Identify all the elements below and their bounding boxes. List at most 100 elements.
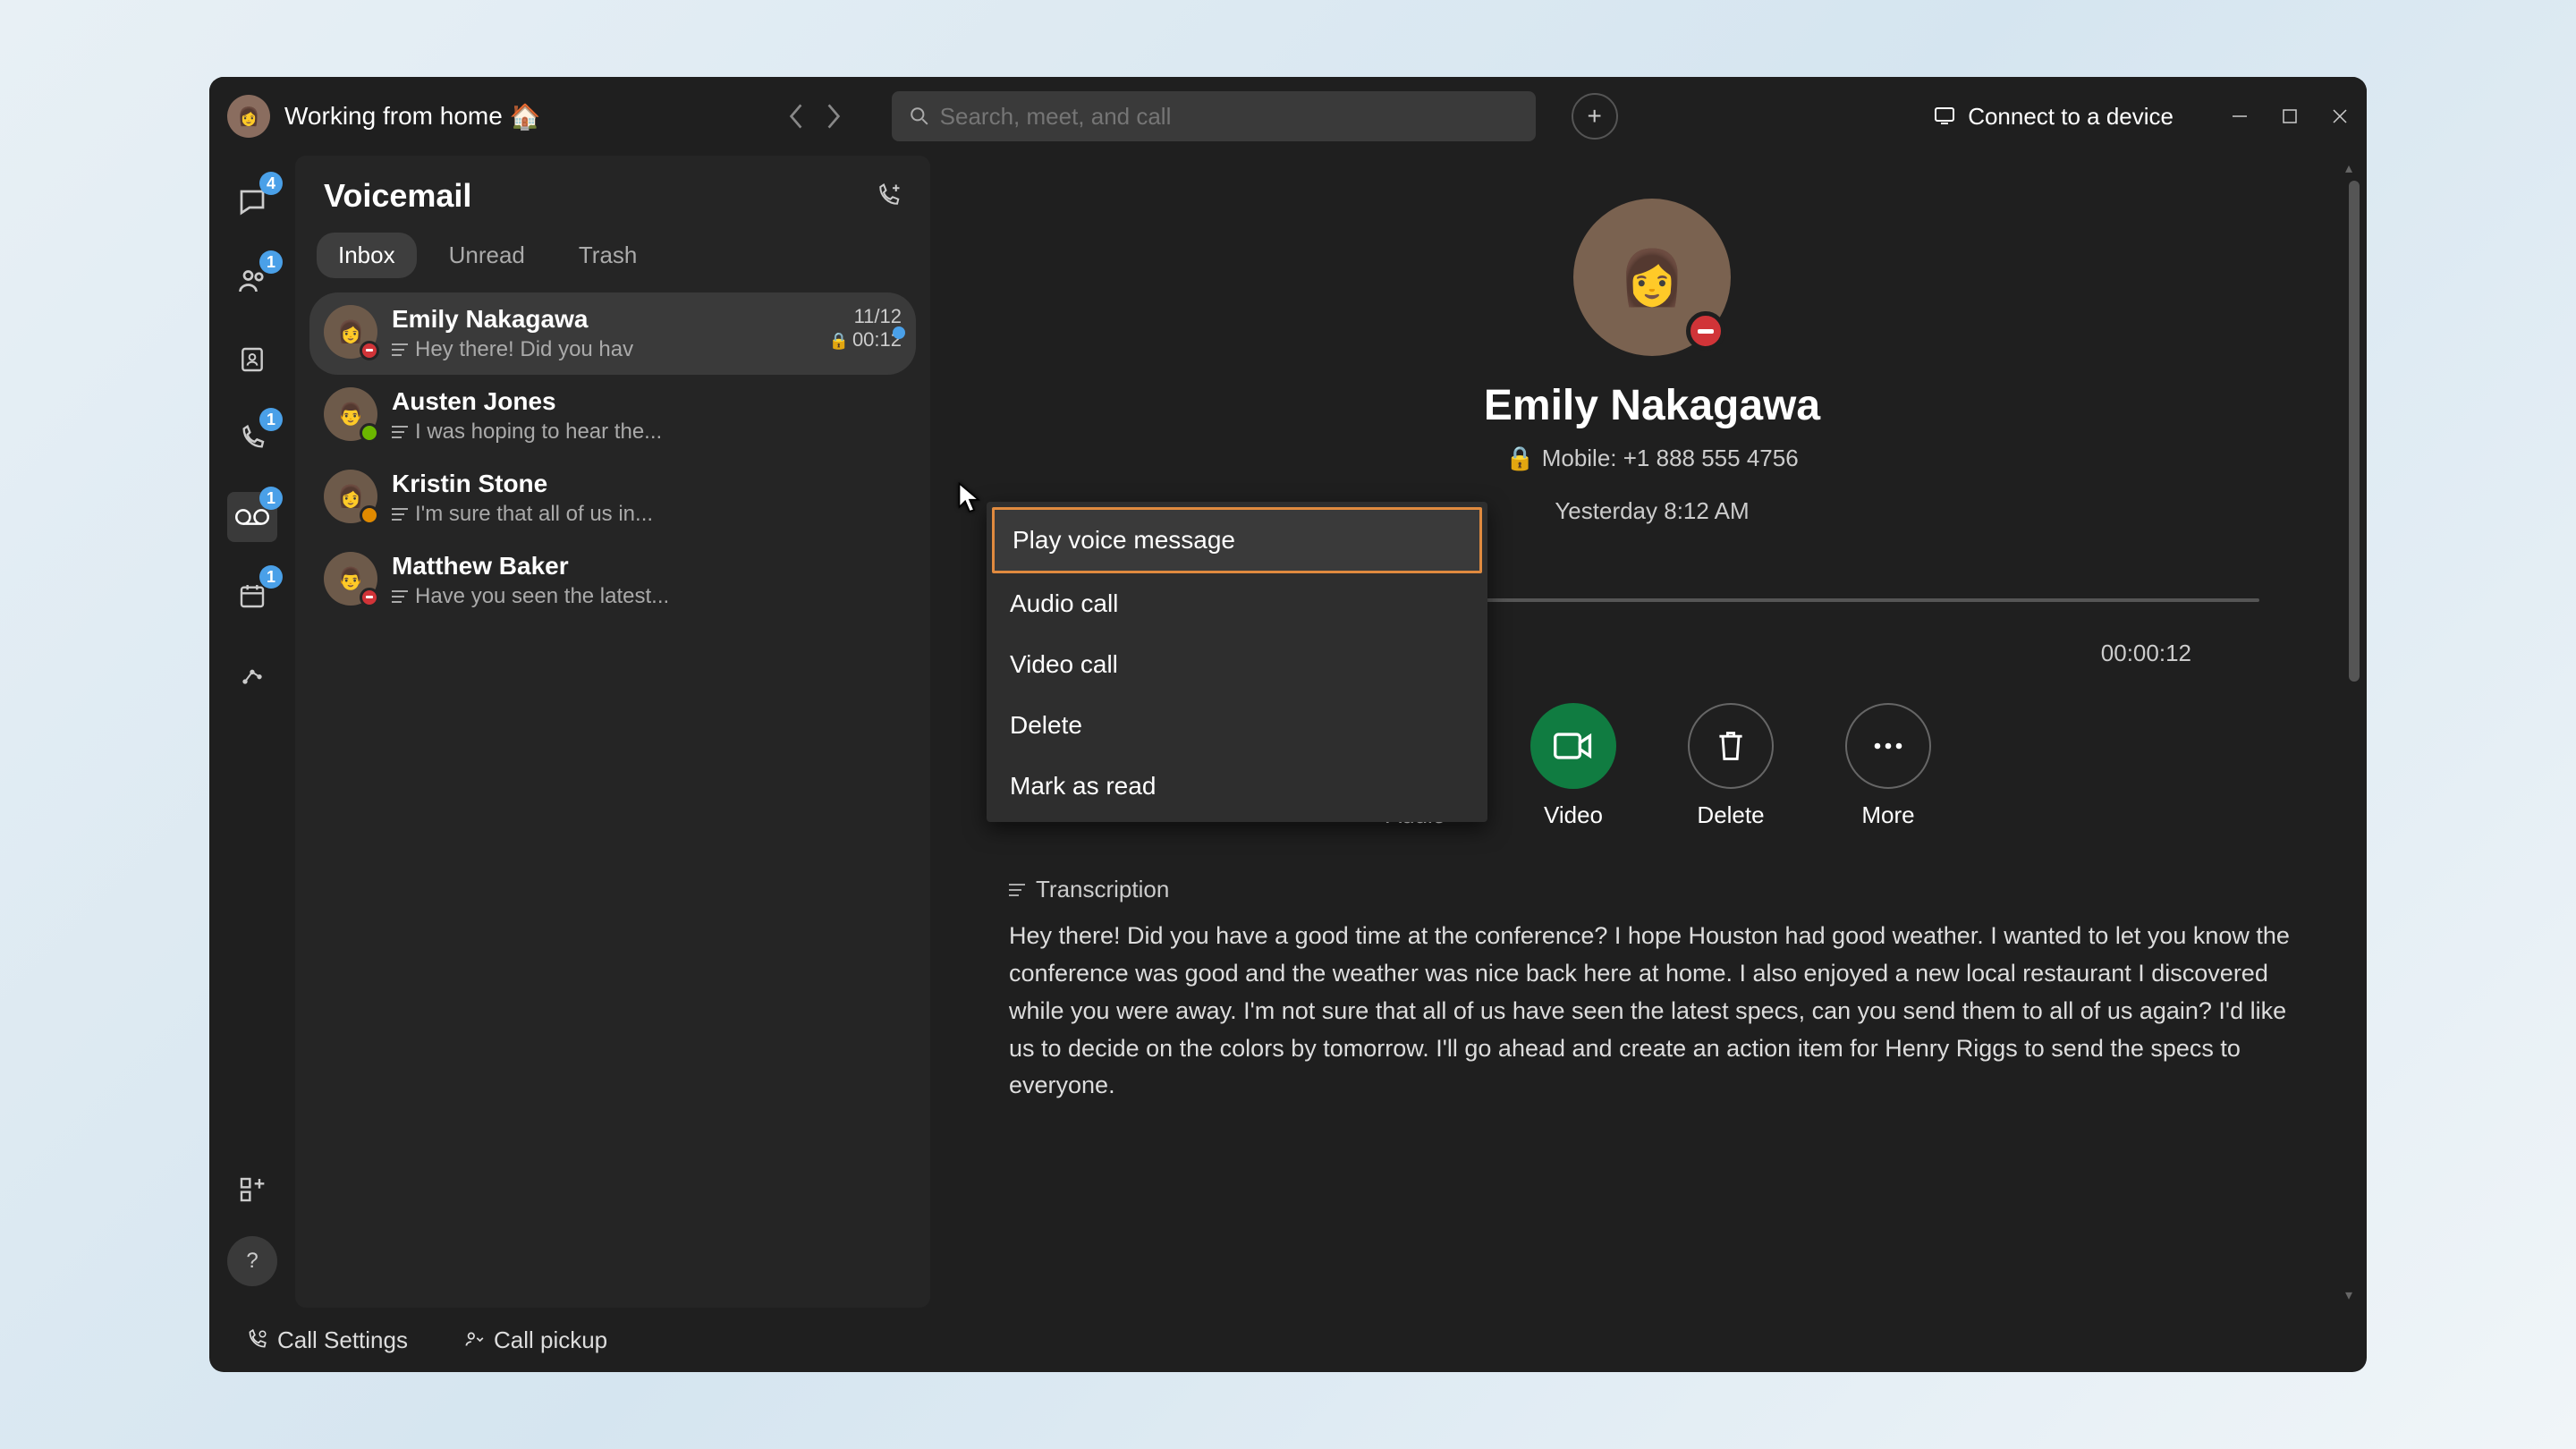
call-pickup-label: Call pickup bbox=[494, 1326, 607, 1354]
phone-gear-icon bbox=[245, 1328, 268, 1352]
scrollbar[interactable]: ▴ ▾ bbox=[2345, 156, 2363, 1308]
avatar: 👨 bbox=[324, 387, 377, 441]
status-emoji: 🏠 bbox=[510, 102, 541, 131]
avatar: 👩 bbox=[324, 470, 377, 523]
caller-phone: 🔒 Mobile: +1 888 555 4756 bbox=[1009, 445, 2295, 472]
search-box[interactable] bbox=[892, 91, 1536, 141]
voicemail-sidebar: Voicemail Inbox Unread Trash 👩 Emily Nak… bbox=[295, 156, 930, 1308]
rail-apps[interactable] bbox=[227, 1165, 277, 1215]
presence-status[interactable]: Working from home 🏠 bbox=[284, 102, 541, 131]
dial-button[interactable] bbox=[875, 182, 902, 209]
action-delete[interactable]: Delete bbox=[1688, 703, 1774, 829]
action-label: More bbox=[1861, 801, 1914, 829]
voicemail-name: Matthew Baker bbox=[392, 552, 902, 580]
transcription-body: Hey there! Did you have a good time at t… bbox=[1009, 918, 2295, 1105]
action-video-call[interactable]: Video bbox=[1530, 703, 1616, 829]
voicemail-preview: I was hoping to hear the... bbox=[392, 419, 902, 445]
voicemail-preview: I'm sure that all of us in... bbox=[392, 502, 902, 527]
rail-calls[interactable]: 1 bbox=[227, 413, 277, 463]
device-icon bbox=[1934, 106, 1959, 126]
presence-dnd-icon bbox=[360, 588, 379, 607]
action-more[interactable]: More bbox=[1845, 703, 1931, 829]
rail-voicemail[interactable]: 1 bbox=[227, 492, 277, 542]
voicemail-item[interactable]: 👨 Matthew Baker Have you seen the latest… bbox=[309, 539, 916, 622]
chat-badge: 4 bbox=[259, 172, 283, 195]
nav-back[interactable] bbox=[788, 103, 804, 130]
call-settings-label: Call Settings bbox=[277, 1326, 408, 1354]
voicemail-tabs: Inbox Unread Trash bbox=[309, 233, 916, 292]
trash-icon bbox=[1688, 703, 1774, 789]
rail-calendar[interactable]: 1 bbox=[227, 571, 277, 621]
connect-device[interactable]: Connect to a device bbox=[1934, 103, 2174, 131]
caller-name: Emily Nakagawa bbox=[1009, 381, 2295, 430]
voicemail-item[interactable]: 👩 Emily Nakagawa Hey there! Did you hav … bbox=[309, 292, 916, 375]
avatar: 👨 bbox=[324, 552, 377, 606]
rail-chat[interactable]: 4 bbox=[227, 177, 277, 227]
me-avatar[interactable]: 👩 bbox=[227, 95, 270, 138]
rail-bottom: ? bbox=[227, 1165, 277, 1286]
rail-contacts[interactable] bbox=[227, 335, 277, 385]
tab-trash[interactable]: Trash bbox=[557, 233, 659, 278]
context-mark-as-read[interactable]: Mark as read bbox=[992, 756, 1482, 817]
voicemail-meta: 11/12 🔒00:12 bbox=[829, 305, 902, 352]
voicemail-name: Emily Nakagawa bbox=[392, 305, 815, 334]
presence-away-icon bbox=[360, 505, 379, 525]
maximize-button[interactable] bbox=[2281, 107, 2299, 125]
avatar: 👩 bbox=[324, 305, 377, 359]
calendar-badge: 1 bbox=[259, 565, 283, 589]
scroll-up-icon[interactable]: ▴ bbox=[2345, 159, 2352, 177]
nav-rail: 4 1 1 1 1 bbox=[209, 156, 295, 1308]
caller-avatar[interactable]: 👩 bbox=[1573, 199, 1731, 356]
rail-help[interactable]: ? bbox=[227, 1236, 277, 1286]
close-button[interactable] bbox=[2331, 107, 2349, 125]
transcript-icon bbox=[392, 343, 408, 356]
voicemail-item[interactable]: 👨 Austen Jones I was hoping to hear the.… bbox=[309, 375, 916, 457]
context-delete[interactable]: Delete bbox=[992, 695, 1482, 756]
transcript-icon bbox=[392, 508, 408, 521]
search-input[interactable] bbox=[940, 103, 1518, 131]
rail-activity[interactable] bbox=[227, 649, 277, 699]
nav-forward[interactable] bbox=[826, 103, 842, 130]
bottom-bar: Call Settings Call pickup bbox=[209, 1308, 2367, 1372]
nav-arrows bbox=[788, 103, 842, 130]
call-pickup-icon bbox=[462, 1328, 485, 1352]
titlebar: 👩 Working from home 🏠 + Connect to a dev… bbox=[209, 77, 2367, 156]
status-label: Working from home bbox=[284, 102, 503, 131]
transcript-icon bbox=[392, 590, 408, 603]
context-menu: Play voice message Audio call Video call… bbox=[987, 502, 1487, 822]
voicemail-preview: Hey there! Did you hav bbox=[392, 337, 815, 362]
context-play-voice-message[interactable]: Play voice message bbox=[992, 507, 1482, 573]
context-video-call[interactable]: Video call bbox=[992, 634, 1482, 695]
more-icon bbox=[1845, 703, 1931, 789]
transcript-icon bbox=[1009, 884, 1025, 896]
call-settings-button[interactable]: Call Settings bbox=[245, 1326, 408, 1354]
voicemail-name: Kristin Stone bbox=[392, 470, 902, 498]
voicemail-body: Emily Nakagawa Hey there! Did you hav bbox=[392, 305, 815, 362]
voicemail-body: Kristin Stone I'm sure that all of us in… bbox=[392, 470, 902, 527]
unread-dot bbox=[893, 326, 905, 339]
rail-people[interactable]: 1 bbox=[227, 256, 277, 306]
scrollbar-thumb[interactable] bbox=[2349, 181, 2360, 682]
connect-label: Connect to a device bbox=[1968, 103, 2174, 131]
voicemail-list: 👩 Emily Nakagawa Hey there! Did you hav … bbox=[309, 292, 916, 622]
voicemail-item[interactable]: 👩 Kristin Stone I'm sure that all of us … bbox=[309, 457, 916, 539]
call-pickup-button[interactable]: Call pickup bbox=[462, 1326, 607, 1354]
time-total: 00:00:12 bbox=[2101, 640, 2191, 667]
search-icon bbox=[910, 106, 929, 126]
help-icon: ? bbox=[246, 1249, 258, 1274]
minimize-button[interactable] bbox=[2231, 107, 2249, 125]
sidebar-header: Voicemail bbox=[309, 177, 916, 233]
new-button[interactable]: + bbox=[1572, 93, 1618, 140]
presence-available-icon bbox=[360, 423, 379, 443]
voicemail-preview: Have you seen the latest... bbox=[392, 584, 902, 609]
window-controls bbox=[2231, 107, 2349, 125]
voicemail-body: Matthew Baker Have you seen the latest..… bbox=[392, 552, 902, 609]
sidebar-title: Voicemail bbox=[324, 177, 471, 215]
tab-inbox[interactable]: Inbox bbox=[317, 233, 417, 278]
scroll-down-icon[interactable]: ▾ bbox=[2345, 1286, 2352, 1304]
people-badge: 1 bbox=[259, 250, 283, 274]
context-audio-call[interactable]: Audio call bbox=[992, 573, 1482, 634]
tab-unread[interactable]: Unread bbox=[428, 233, 547, 278]
voicemail-date: 11/12 bbox=[829, 305, 902, 328]
transcription-label: Transcription bbox=[1036, 876, 1169, 903]
